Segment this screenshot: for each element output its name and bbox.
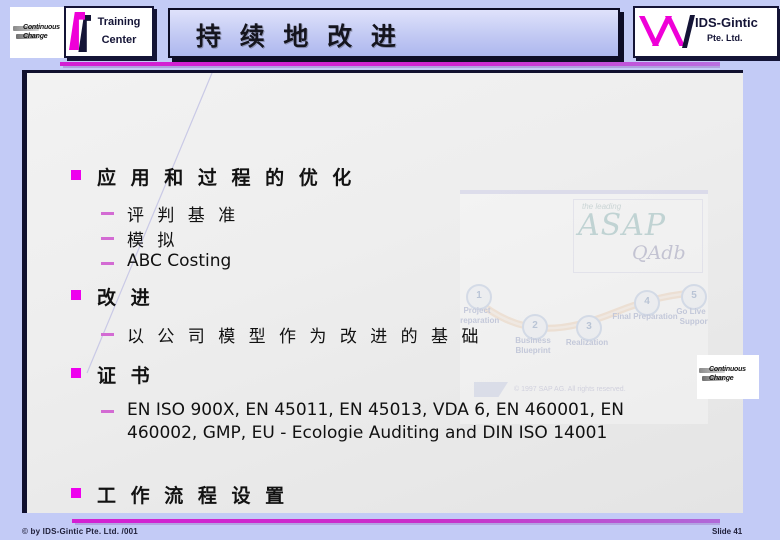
asap-roadmap-image: the leading ASAP QAdb 1 2 3 4 5 Project … [460, 190, 708, 424]
bullet-square-icon [71, 170, 81, 180]
sap-copyright: © 1997 SAP AG. All rights reserved. [514, 386, 626, 393]
sub-bullet-label-1-0: 以 公 司 模 型 作 为 改 进 的 基 础 [127, 327, 483, 347]
bullet-item-2: 证 书 [71, 361, 154, 388]
slide-title-box: 持 续 地 改 进 [168, 8, 620, 58]
page-title: 持 续 地 改 进 [196, 22, 401, 51]
ids-gintic-mark-icon [639, 16, 687, 46]
dash-icon [101, 237, 114, 240]
sub-bullet-label-0-1: 模 拟 [127, 231, 179, 251]
sub-bullet-label-0-0: 评 判 基 准 [127, 206, 240, 226]
bullet-square-icon [71, 368, 81, 378]
continuous-change-watermark: Continuous Change [697, 355, 759, 399]
watermark-line-1: Continuous [709, 366, 746, 373]
bullet-label-0: 应 用 和 过 程 的 优 化 [97, 167, 356, 189]
sub-bullet-2-0: EN ISO 900X, EN 45011, EN 45013, VDA 6, … [101, 399, 687, 445]
roadmap-label-5: Go Live & Support [676, 307, 708, 326]
logo-line-1: Continuous [23, 24, 60, 31]
training-center-label: Training Center [88, 13, 150, 49]
dash-icon [101, 212, 114, 215]
bullet-item-0: 应 用 和 过 程 的 优 化 [71, 163, 355, 190]
company-name: IDS-Gintic [695, 15, 758, 30]
slide-number: Slide 41 [712, 527, 743, 536]
sub-bullet-0-1: 模 拟 [101, 226, 178, 251]
footer-rule [72, 519, 720, 523]
sub-bullet-label-0-2: ABC Costing [127, 251, 232, 271]
training-center-line-1: Training [97, 16, 141, 28]
bullet-square-icon [71, 290, 81, 300]
continuous-change-mark: Continuous Change [13, 23, 69, 45]
bullet-item-1: 改 进 [71, 283, 154, 310]
asap-logo: the leading ASAP QAdb [573, 199, 703, 273]
asap-logo-sub: QAdb [632, 242, 686, 264]
sub-bullet-1-0: 以 公 司 模 型 作 为 改 进 的 基 础 [101, 322, 482, 347]
training-center-line-2: Center [101, 34, 137, 46]
roadmap-graphic: 1 2 3 4 5 Project Preparation Business B… [460, 282, 708, 355]
bullet-label-2: 证 书 [97, 365, 154, 387]
bullet-item-3: 工 作 流 程 设 置 [71, 481, 288, 508]
footer-copyright: © by IDS-Gintic Pte. Ltd. /001 [22, 527, 138, 536]
content-panel: the leading ASAP QAdb 1 2 3 4 5 Project … [22, 70, 759, 513]
watermark-line-2: Change [709, 375, 734, 382]
watermark-mark: Continuous Change [699, 365, 755, 387]
ids-gintic-logo: IDS-Gintic Pte. Ltd. [633, 6, 779, 58]
company-subtitle: Pte. Ltd. [707, 33, 743, 43]
bullet-square-icon [71, 488, 81, 498]
dash-icon [101, 262, 114, 265]
sap-logo-icon [474, 382, 508, 397]
training-center-badge: Training Center [64, 6, 154, 58]
footer-rule-shadow [75, 523, 720, 525]
bullet-label-3: 工 作 流 程 设 置 [97, 485, 289, 507]
slide-root: Continuous Change Training Center 持 续 地 … [0, 0, 780, 540]
sub-bullet-label-2-0: EN ISO 900X, EN 45011, EN 45013, VDA 6, … [127, 400, 624, 443]
dash-icon [101, 333, 114, 336]
header-rule-shadow [63, 66, 720, 68]
continuous-change-text: Continuous Change [23, 23, 60, 41]
header-rule [60, 62, 720, 66]
sub-bullet-0-2: ABC Costing [101, 251, 231, 271]
sub-bullet-0-0: 评 判 基 准 [101, 201, 239, 226]
roadmap-label-3: Realization [565, 338, 609, 347]
logo-line-2: Change [23, 33, 48, 40]
dash-icon [101, 410, 114, 413]
asap-logo-main: ASAP [578, 208, 667, 243]
bullet-label-1: 改 进 [97, 287, 154, 309]
